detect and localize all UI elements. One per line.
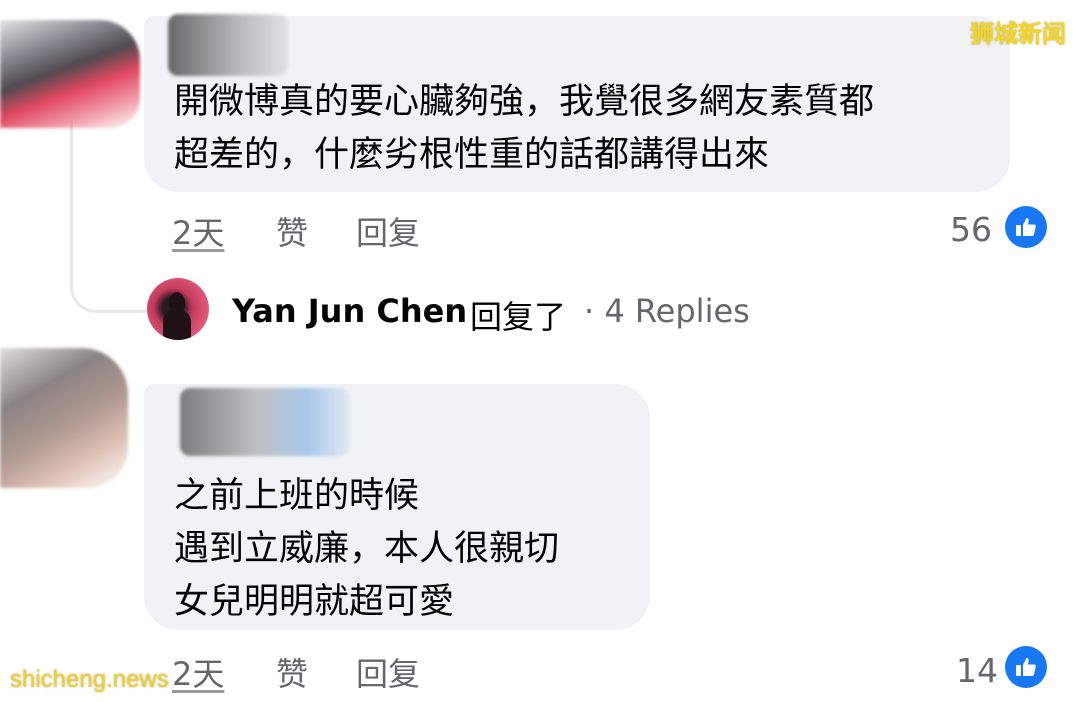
view-replies-link[interactable]: · 4 Replies — [584, 292, 750, 330]
reply-verb[interactable]: 回复了 — [470, 292, 566, 338]
thumbs-up-icon[interactable] — [1005, 206, 1047, 248]
comment-timestamp-link[interactable]: 2天 — [172, 649, 224, 695]
watermark-top: 狮城新闻 — [970, 19, 1066, 48]
comment-text-line: 女兒明明就超可愛 — [174, 582, 455, 622]
comment-text: 開微博真的要心臟夠強，我覺很多網友素質都 超差的，什麼劣根性重的話都講得出來 — [174, 76, 874, 182]
thumbs-up-icon[interactable] — [1005, 646, 1047, 688]
comment-text: 之前上班的時候 遇到立威廉，本人很親切 女兒明明就超可愛 — [174, 470, 559, 629]
reply-button[interactable]: 回复 — [356, 649, 420, 695]
commenter-name-redacted — [168, 14, 288, 76]
comment-text-line: 超差的，什麼劣根性重的話都講得出來 — [174, 135, 770, 175]
like-button[interactable]: 赞 — [276, 208, 308, 254]
thread-connector-line — [70, 120, 147, 313]
reply-button[interactable]: 回复 — [356, 208, 420, 254]
comment-timestamp-link[interactable]: 2天 — [172, 208, 224, 254]
comment-text-line: 開微博真的要心臟夠強，我覺很多網友素質都 — [174, 82, 875, 122]
commenter-name-redacted — [180, 388, 350, 456]
commenter-avatar-redacted — [0, 348, 128, 488]
comment-text-line: 遇到立威廉，本人很親切 — [174, 529, 560, 569]
reaction-count[interactable]: 56 — [950, 210, 992, 249]
reply-author-name[interactable]: Yan Jun Chen — [232, 292, 467, 330]
watermark-bottom: shicheng.news — [10, 666, 169, 693]
reply-author-avatar[interactable] — [147, 278, 209, 340]
like-button[interactable]: 赞 — [276, 649, 308, 695]
reaction-count[interactable]: 14 — [956, 651, 998, 690]
commenter-avatar-redacted — [0, 20, 140, 128]
comment-text-line: 之前上班的時候 — [174, 476, 420, 516]
